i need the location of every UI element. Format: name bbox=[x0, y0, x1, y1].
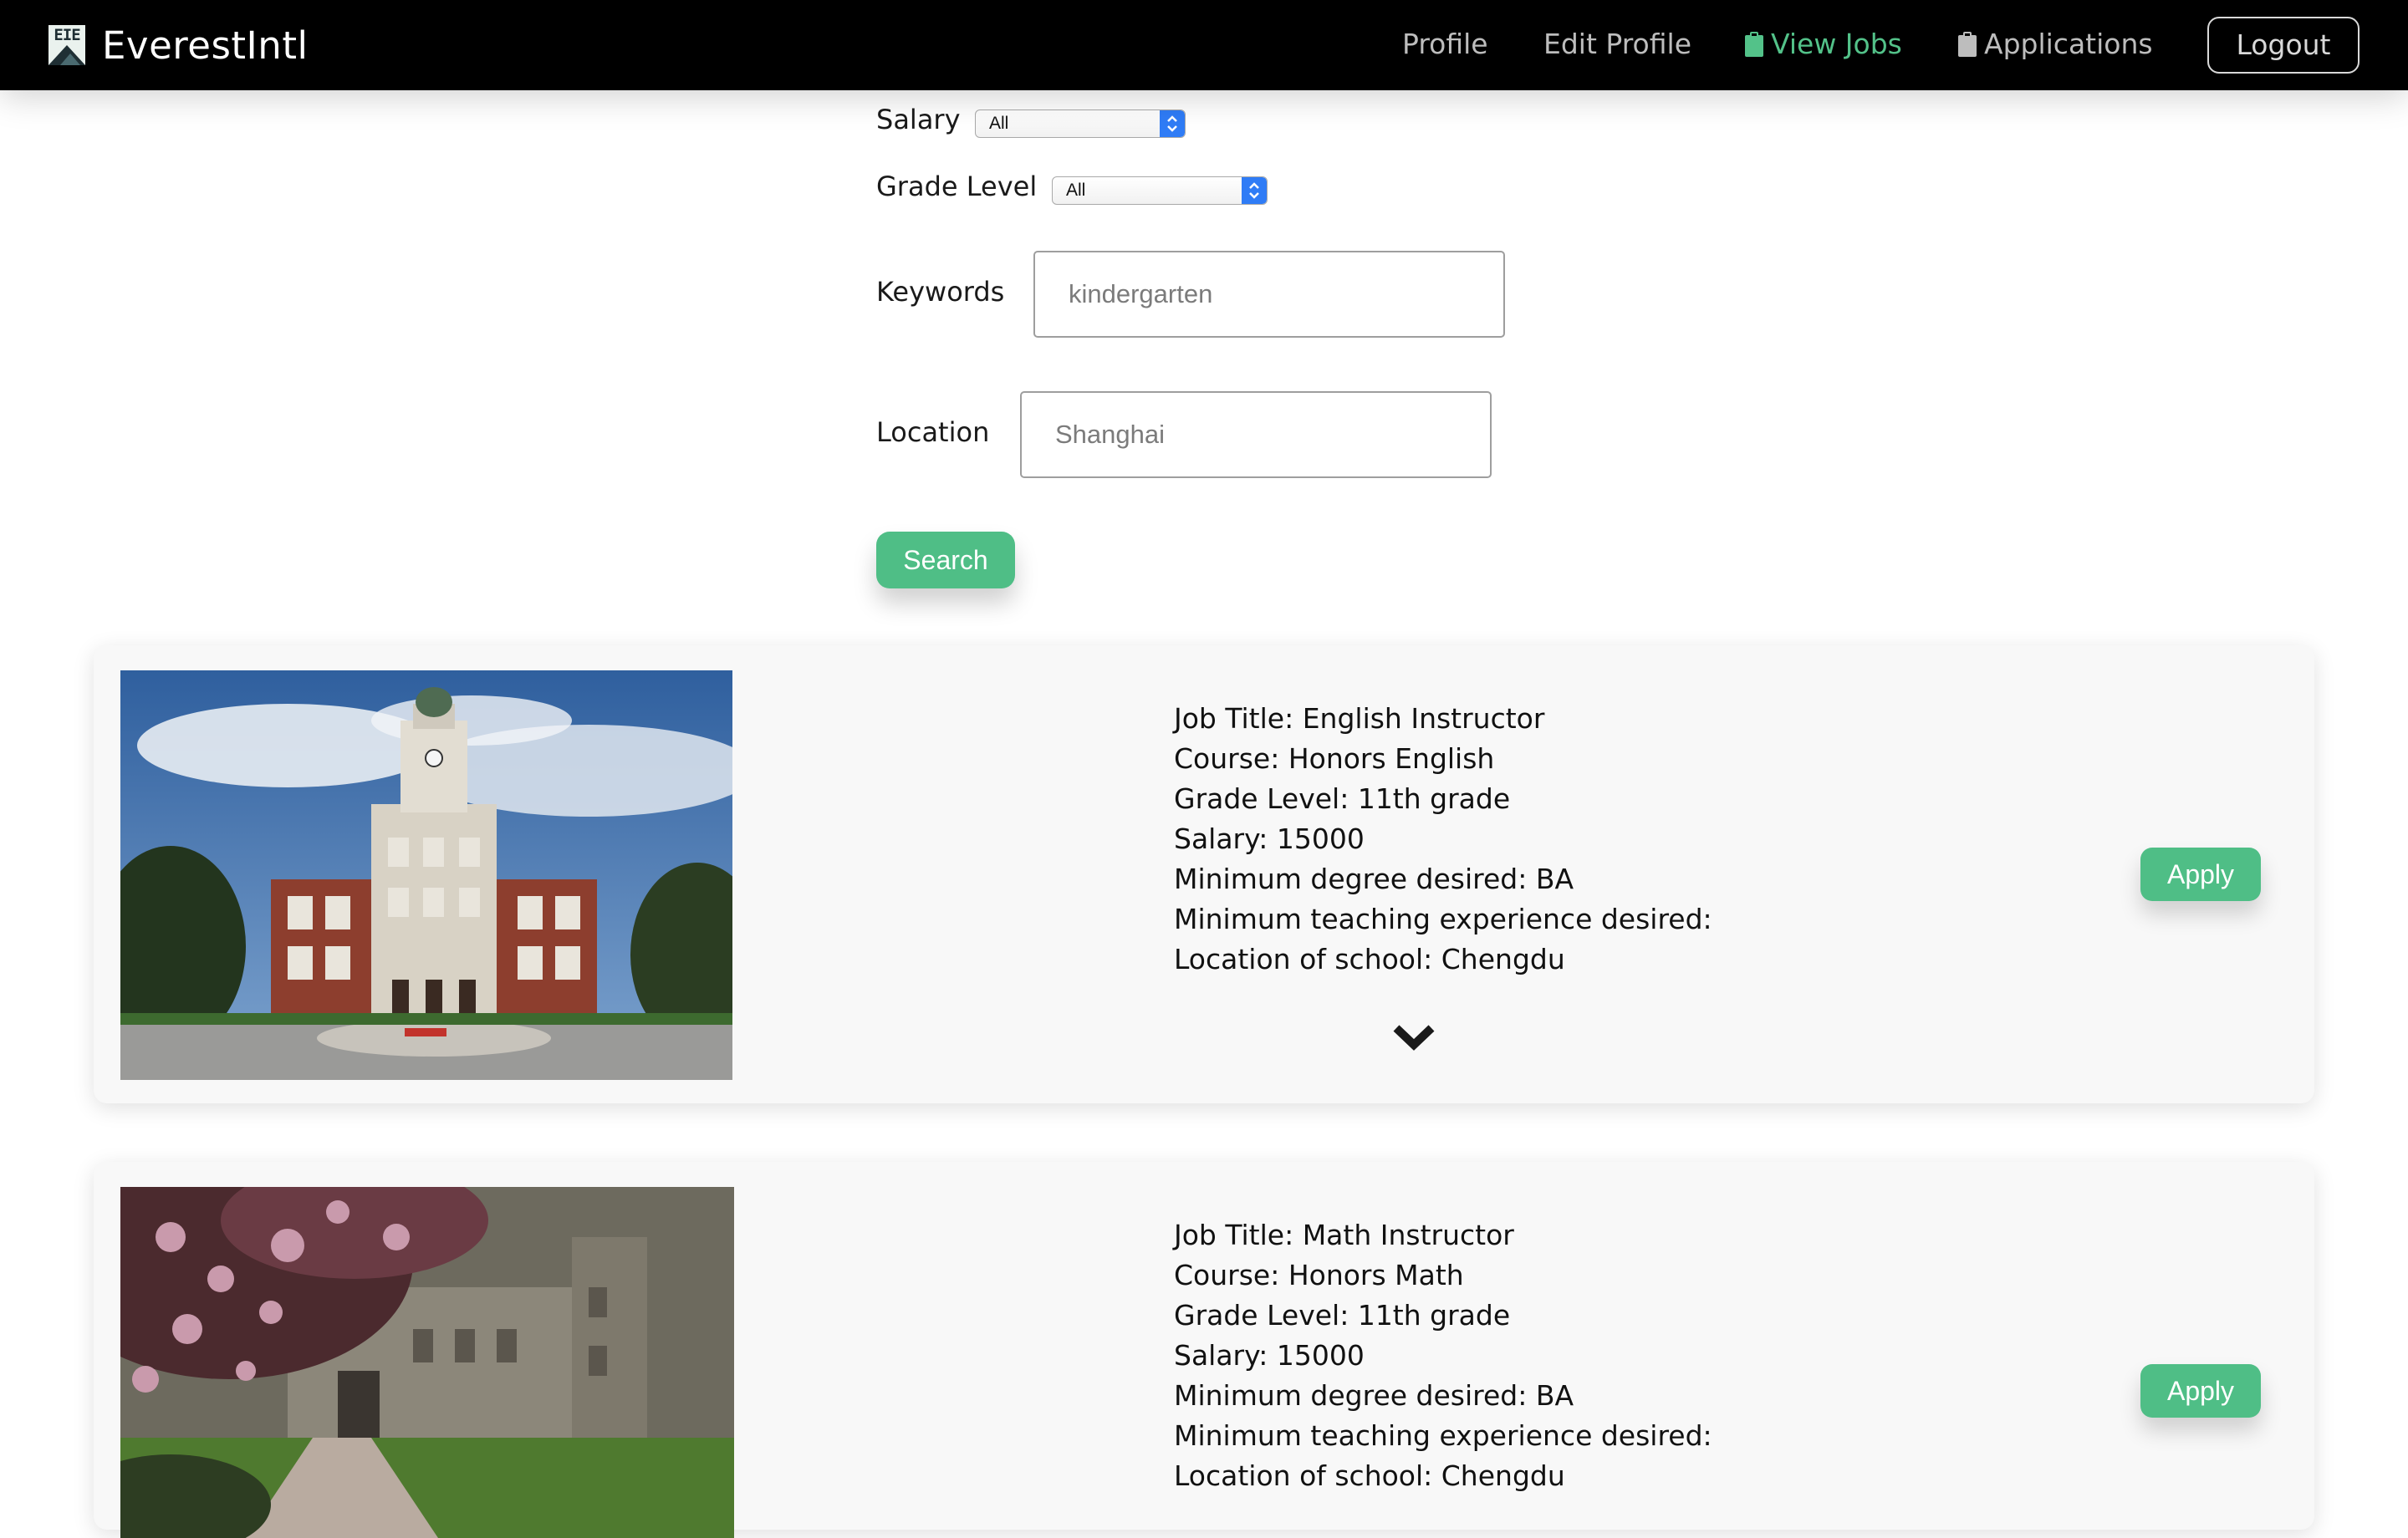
nav-view-jobs-link[interactable]: View Jobs bbox=[1744, 23, 1902, 65]
job-course: Course: Honors Math bbox=[1174, 1259, 1464, 1291]
logout-button[interactable]: Logout bbox=[2207, 17, 2360, 74]
job-min-degree: Minimum degree desired: BA bbox=[1174, 863, 1574, 895]
select-arrows-icon bbox=[1160, 110, 1185, 137]
clipboard-icon bbox=[1745, 32, 1763, 57]
keywords-label: Keywords bbox=[876, 276, 1005, 308]
top-navbar: EIE EverestIntl Profile Edit Profile Vie… bbox=[0, 0, 2408, 90]
clipboard-icon bbox=[1958, 32, 1977, 57]
salary-select[interactable]: All bbox=[975, 109, 1186, 138]
select-arrows-icon bbox=[1242, 177, 1267, 204]
location-input[interactable]: Shanghai bbox=[1020, 391, 1492, 478]
job-card: Job Title: Math Instructor Course: Honor… bbox=[94, 1162, 2314, 1538]
job-location: Location of school: Chengdu bbox=[1174, 943, 1565, 975]
grade-level-label: Grade Level bbox=[876, 171, 1038, 202]
job-details: Job Title: Math Instructor Course: Honor… bbox=[1174, 1215, 1712, 1496]
location-placeholder: Shanghai bbox=[1055, 420, 1166, 449]
search-button[interactable]: Search bbox=[876, 532, 1015, 588]
job-grade-level: Grade Level: 11th grade bbox=[1174, 1299, 1511, 1332]
grade-level-select-value: All bbox=[1066, 181, 1086, 200]
job-min-degree: Minimum degree desired: BA bbox=[1174, 1379, 1574, 1412]
keywords-input[interactable]: kindergarten bbox=[1033, 251, 1505, 338]
job-salary: Salary: 15000 bbox=[1174, 1339, 1365, 1372]
job-grade-level: Grade Level: 11th grade bbox=[1174, 782, 1511, 815]
salary-label: Salary bbox=[876, 104, 961, 135]
everest-logo-icon: EIE bbox=[48, 25, 85, 65]
job-min-experience: Minimum teaching experience desired: bbox=[1174, 1419, 1712, 1452]
grade-level-select[interactable]: All bbox=[1052, 176, 1268, 205]
nav-edit-profile-link[interactable]: Edit Profile bbox=[1543, 23, 1691, 65]
job-location: Location of school: Chengdu bbox=[1174, 1459, 1565, 1492]
job-details: Job Title: English Instructor Course: Ho… bbox=[1174, 699, 1712, 980]
location-label: Location bbox=[876, 416, 990, 448]
salary-select-value: All bbox=[989, 114, 1009, 133]
job-card: Job Title: English Instructor Course: Ho… bbox=[94, 645, 2314, 1103]
keywords-placeholder: kindergarten bbox=[1069, 279, 1213, 308]
brand-name: EverestIntl bbox=[102, 23, 309, 68]
nav-profile-label: Profile bbox=[1402, 28, 1488, 60]
nav-applications-link[interactable]: Applications bbox=[1957, 23, 2153, 65]
school-photo bbox=[120, 1187, 734, 1538]
job-min-experience: Minimum teaching experience desired: bbox=[1174, 903, 1712, 935]
job-course: Course: Honors English bbox=[1174, 742, 1495, 775]
nav-view-jobs-label: View Jobs bbox=[1771, 28, 1902, 60]
school-photo bbox=[120, 670, 732, 1080]
apply-button[interactable]: Apply bbox=[2140, 1364, 2261, 1418]
job-title: Job Title: Math Instructor bbox=[1174, 1219, 1514, 1251]
job-salary: Salary: 15000 bbox=[1174, 822, 1365, 855]
nav-profile-link[interactable]: Profile bbox=[1402, 23, 1488, 65]
chevron-down-icon[interactable] bbox=[1391, 1021, 1436, 1052]
nav-edit-profile-label: Edit Profile bbox=[1543, 28, 1692, 60]
nav-applications-label: Applications bbox=[1984, 28, 2153, 60]
brand-link[interactable]: EIE EverestIntl bbox=[48, 22, 308, 69]
apply-button[interactable]: Apply bbox=[2140, 848, 2261, 901]
job-title: Job Title: English Instructor bbox=[1174, 702, 1545, 735]
